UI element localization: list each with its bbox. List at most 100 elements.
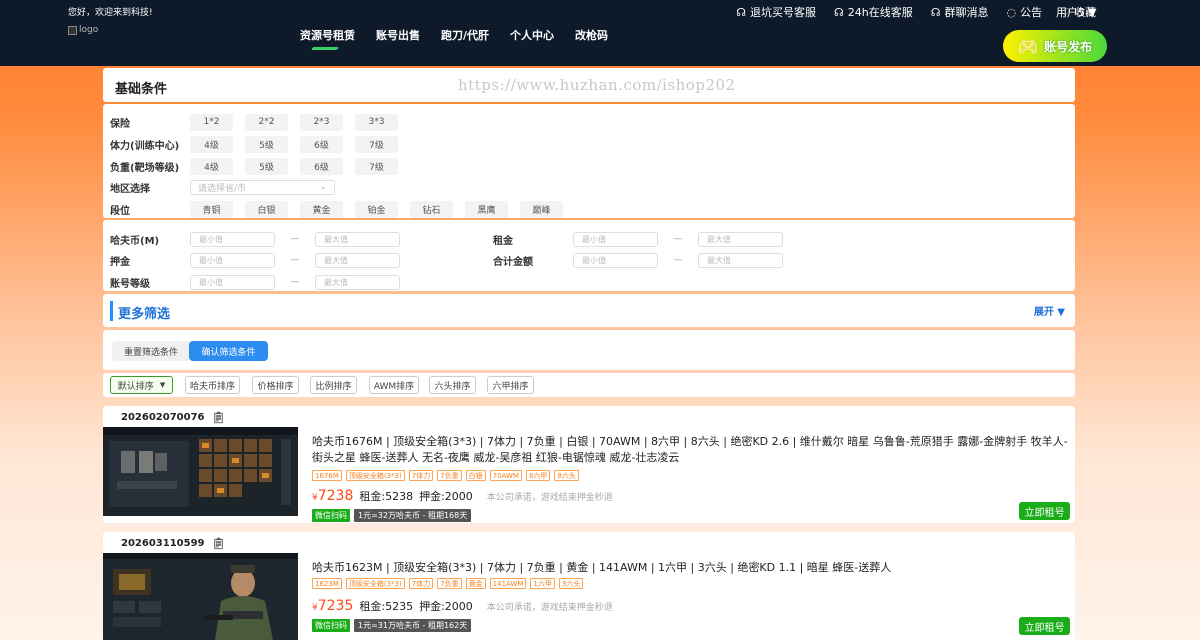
chat-icon: ◌ <box>1006 5 1017 19</box>
deposit-amount: 押金:2000 <box>419 490 473 503</box>
filter-chip[interactable]: 黄金 <box>300 200 343 218</box>
nav-resource-rental[interactable]: 资源号租赁 <box>300 27 355 43</box>
clipboard-icon[interactable]: 📋︎ <box>212 411 226 424</box>
filter-chip[interactable]: 5级 <box>245 135 288 153</box>
filter-chip[interactable]: 2*3 <box>300 113 343 131</box>
top-link-24h-service[interactable]: ☊ 24h在线客服 <box>834 4 913 20</box>
listing-title[interactable]: 哈夫币1623M | 顶级安全箱(3*3) | 7体力 | 7负重 | 黄金 |… <box>312 560 1072 576</box>
user-name: 用户5 <box>1056 6 1085 19</box>
section-title: 基础条件 <box>115 82 168 97</box>
chevron-down-icon: ⌄ <box>319 182 327 192</box>
listing-tag: 8六头 <box>554 470 579 481</box>
filter-chip[interactable]: 5级 <box>245 157 288 175</box>
listing-tag: 1676M <box>312 470 342 481</box>
sort-six-armor[interactable]: 六甲排序 <box>487 376 534 394</box>
listing-card[interactable]: 202603110599 📋︎ 哈夫币1623M | 顶级安全箱(3*3) | … <box>103 532 1075 640</box>
listing-tags: 1676M 顶级安全箱(3*3) 7体力 7负重 白银 70AWM 8六甲 8六… <box>312 470 579 481</box>
sort-price[interactable]: 价格排序 <box>252 376 299 394</box>
clipboard-icon[interactable]: 📋︎ <box>212 537 226 550</box>
caret-down-icon: ▼ <box>159 381 166 389</box>
filter-row-rank: 段位 青铜 白银 黄金 铂金 钻石 黑鹰 巅峰 <box>110 200 575 218</box>
sort-label: 默认排序 <box>117 381 154 392</box>
listing-card[interactable]: 202602070076 📋︎ 哈夫币1676M | 顶级安全箱(3*3) | … <box>103 406 1075 523</box>
top-link-refund-service[interactable]: ☊ 退坑买号客服 <box>736 4 816 20</box>
game-inventory-screenshot <box>103 427 298 516</box>
range-filters-panel: 哈夫币(M) 最小值 — 最大值 租金 最小值 — 最大值 押金 最小值 — 最… <box>103 220 1075 291</box>
sort-default[interactable]: 默认排序 ▼ <box>110 376 173 394</box>
deposit-max-input[interactable]: 最大值 <box>315 252 400 268</box>
top-link-group-messages[interactable]: ☊ 群聊消息 <box>931 4 989 20</box>
filter-chip[interactable]: 巅峰 <box>520 200 563 218</box>
nav-user-center[interactable]: 个人中心 <box>510 27 554 43</box>
rent-max-input[interactable]: 最大值 <box>698 231 783 247</box>
level-min-input[interactable]: 最小值 <box>190 274 275 290</box>
deposit-min-input[interactable]: 最小值 <box>190 252 275 268</box>
wechat-scan-badge: 微信扫码 <box>312 619 350 632</box>
sort-hafu[interactable]: 哈夫币排序 <box>185 376 240 394</box>
filter-chip[interactable]: 1*2 <box>190 113 233 131</box>
filter-chip[interactable]: 4级 <box>190 135 233 153</box>
filter-chip[interactable]: 铂金 <box>355 200 398 218</box>
listing-tag: 顶级安全箱(3*3) <box>345 470 405 481</box>
more-filters-title: 更多筛选 <box>118 307 171 322</box>
range-dash: — <box>290 277 300 287</box>
rent-now-button[interactable]: 立即租号 <box>1019 617 1070 635</box>
filter-chip[interactable]: 3*3 <box>355 113 398 131</box>
nav-account-sale[interactable]: 账号出售 <box>376 27 420 43</box>
price-line: ¥7235 租金:5235 押金:2000 本公司承诺，游戏结束押金秒退 <box>312 598 613 614</box>
user-menu[interactable]: 用户5 ▼ <box>1056 4 1096 20</box>
range-row-deposit: 押金 最小值 — 最大值 <box>110 252 400 268</box>
range-label: 押金 <box>110 256 130 268</box>
sort-six-helmet[interactable]: 六头排序 <box>429 376 476 394</box>
deposit-promise: 本公司承诺，游戏结束押金秒退 <box>486 493 613 503</box>
listing-thumbnail[interactable] <box>103 427 298 516</box>
listing-tag: 7体力 <box>408 470 434 481</box>
total-min-input[interactable]: 最小值 <box>573 252 658 268</box>
filter-chip[interactable]: 黑鹰 <box>465 200 508 218</box>
confirm-filters-button[interactable]: 确认筛选条件 <box>189 341 268 361</box>
listing-id: 202602070076 <box>121 412 205 423</box>
rent-now-button[interactable]: 立即租号 <box>1019 502 1070 520</box>
listing-thumbnail[interactable] <box>103 553 298 640</box>
filter-chip[interactable]: 2*2 <box>245 113 288 131</box>
logo[interactable]: logo <box>68 25 98 35</box>
reset-filters-button[interactable]: 重置筛选条件 <box>112 341 190 361</box>
filter-label: 地区选择 <box>110 183 150 195</box>
range-row-total: 合计金额 最小值 — 最大值 <box>493 252 783 268</box>
filter-chip[interactable]: 6级 <box>300 135 343 153</box>
expand-toggle[interactable]: 展开 ▼ <box>1034 303 1065 318</box>
filter-row-insurance: 保险 1*2 2*2 2*3 3*3 <box>110 113 410 131</box>
level-max-input[interactable]: 最大值 <box>315 274 400 290</box>
listing-title[interactable]: 哈夫币1676M | 顶级安全箱(3*3) | 7体力 | 7负重 | 白银 |… <box>312 434 1072 466</box>
listing-tag: 7负重 <box>437 578 462 589</box>
price-value: 7235 <box>317 598 354 614</box>
rent-min-input[interactable]: 最小值 <box>573 231 658 247</box>
filter-chip[interactable]: 青铜 <box>190 200 233 218</box>
top-link-label: 公告 <box>1020 6 1043 19</box>
top-link-announcement[interactable]: ◌ 公告 <box>1007 4 1043 20</box>
deposit-promise: 本公司承诺，游戏结束押金秒退 <box>486 603 613 613</box>
range-dash: — <box>673 234 683 244</box>
range-row-level: 账号等级 最小值 — 最大值 <box>110 274 400 290</box>
filter-chip[interactable]: 7级 <box>355 135 398 153</box>
listing-id: 202603110599 <box>121 538 205 549</box>
nav-run-service[interactable]: 跑刀/代肝 <box>441 27 489 43</box>
filter-chip[interactable]: 7级 <box>355 157 398 175</box>
hafu-max-input[interactable]: 最大值 <box>315 231 400 247</box>
filter-chip[interactable]: 钻石 <box>410 200 453 218</box>
filter-chip[interactable]: 白银 <box>245 200 288 218</box>
filter-chip[interactable]: 4级 <box>190 157 233 175</box>
sort-ratio[interactable]: 比例排序 <box>310 376 357 394</box>
filter-chip[interactable]: 6级 <box>300 157 343 175</box>
hafu-min-input[interactable]: 最小值 <box>190 231 275 247</box>
more-filters-panel: 更多筛选 展开 ▼ <box>103 294 1075 327</box>
listing-tag: 8六甲 <box>525 470 551 481</box>
publish-label: 账号发布 <box>1044 39 1093 54</box>
nav-gun-code[interactable]: 改枪码 <box>575 27 608 43</box>
range-label: 哈夫币(M) <box>110 235 160 247</box>
sort-awm[interactable]: AWM排序 <box>369 376 419 394</box>
publish-account-button[interactable]: 🎮︎ 账号发布 <box>1003 30 1107 62</box>
listing-badges: 微信扫码 1元=32万哈夫币 - 租期168天 <box>312 509 472 522</box>
total-max-input[interactable]: 最大值 <box>698 252 783 268</box>
region-select[interactable]: 请选择省/市 ⌄ <box>190 179 335 195</box>
